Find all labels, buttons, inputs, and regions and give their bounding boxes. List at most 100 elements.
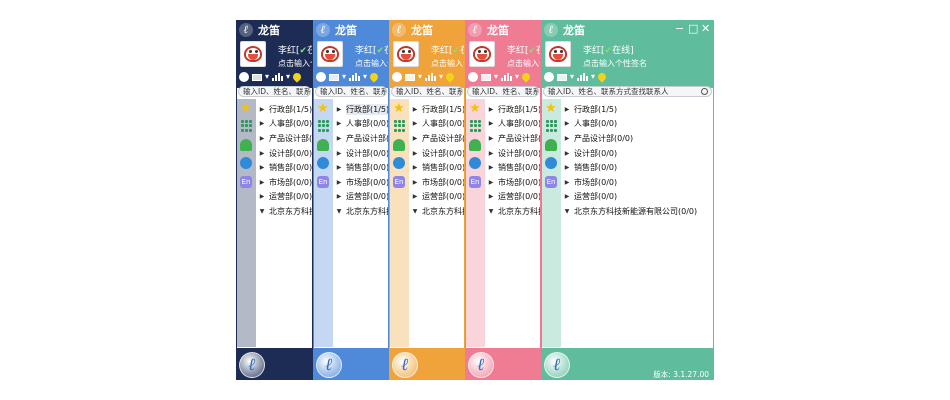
org-chart-icon[interactable] — [317, 120, 329, 132]
favorites-star-icon[interactable]: ★ — [393, 102, 405, 115]
tree-item[interactable]: ▶ 人事部(0/0) — [563, 117, 697, 132]
dropdown-arrow-icon[interactable]: ▾ — [286, 72, 290, 82]
tree-item[interactable]: ▶产品设计部(0/0) — [563, 131, 697, 146]
expand-down-icon[interactable]: ▼ — [335, 208, 343, 215]
enterprise-icon[interactable]: En — [545, 176, 557, 188]
app-logo-large-icon[interactable]: ℓ — [468, 352, 494, 378]
tree-item[interactable]: ▶ 设计部(0/0) — [563, 146, 697, 161]
mail-icon[interactable] — [405, 73, 415, 81]
signature-prompt[interactable]: 点击输入个性签名 — [507, 58, 541, 69]
tree-item[interactable]: ▶ 运营部(0/0) — [563, 190, 697, 205]
avatar[interactable] — [469, 41, 495, 67]
tree-item[interactable]: ▶ 运营部(0/0) — [335, 190, 389, 205]
title-bar[interactable]: ℓ 龙笛 — [313, 20, 389, 39]
search-input[interactable]: 输入ID、姓名、联系方式查找联系人 — [543, 86, 712, 97]
expand-right-icon[interactable]: ▶ — [335, 106, 343, 113]
contacts-icon[interactable] — [393, 139, 405, 151]
mail-icon[interactable] — [481, 73, 491, 81]
expand-right-icon[interactable]: ▶ — [411, 193, 419, 200]
stats-icon[interactable] — [577, 73, 589, 81]
expand-down-icon[interactable]: ▼ — [563, 208, 571, 215]
app-logo-large-icon[interactable]: ℓ — [392, 352, 418, 378]
favorites-star-icon[interactable]: ★ — [469, 102, 481, 115]
signature-prompt[interactable]: 点击输入个性签名 — [431, 58, 465, 69]
expand-right-icon[interactable]: ▶ — [258, 164, 266, 171]
stats-icon[interactable] — [349, 73, 361, 81]
tree-item[interactable]: ▶ 人事部(0/0) — [411, 117, 465, 132]
tree-item[interactable]: ▶ 运营部(0/0) — [258, 190, 313, 205]
expand-right-icon[interactable]: ▶ — [258, 106, 266, 113]
expand-right-icon[interactable]: ▶ — [411, 150, 419, 157]
app-logo-large-icon[interactable]: ℓ — [316, 352, 342, 378]
mail-icon[interactable] — [252, 73, 262, 81]
mail-icon[interactable] — [329, 73, 339, 81]
qq-icon[interactable] — [544, 72, 554, 82]
tree-item[interactable]: ▶ 人事部(0/0) — [335, 117, 389, 132]
expand-down-icon[interactable]: ▼ — [258, 208, 266, 215]
location-icon[interactable] — [596, 71, 608, 83]
tree-item[interactable]: ▶产品设计部(0/0) — [258, 131, 313, 146]
qq-icon[interactable] — [392, 72, 402, 82]
tree-item[interactable]: ▶ 设计部(0/0) — [335, 146, 389, 161]
avatar[interactable] — [545, 41, 571, 67]
expand-right-icon[interactable]: ▶ — [258, 150, 266, 157]
enterprise-icon[interactable]: En — [240, 176, 252, 188]
avatar[interactable] — [393, 41, 419, 67]
dropdown-arrow-icon[interactable]: ▾ — [418, 72, 422, 82]
org-chart-icon[interactable] — [469, 120, 481, 132]
close-button[interactable]: ✕ — [701, 22, 710, 36]
contacts-icon[interactable] — [317, 139, 329, 151]
expand-right-icon[interactable]: ▶ — [563, 120, 571, 127]
title-bar[interactable]: ℓ 龙笛 — [389, 20, 465, 39]
minimize-button[interactable]: − — [675, 22, 684, 36]
expand-right-icon[interactable]: ▶ — [563, 150, 571, 157]
enterprise-icon[interactable]: En — [393, 176, 405, 188]
location-icon[interactable] — [520, 71, 532, 83]
history-clock-icon[interactable] — [317, 157, 329, 169]
tree-item[interactable]: ▶ 设计部(0/0) — [258, 146, 313, 161]
tree-item[interactable]: ▶产品设计部(0/0) — [335, 131, 389, 146]
expand-right-icon[interactable]: ▶ — [487, 135, 495, 142]
location-icon[interactable] — [368, 71, 380, 83]
avatar[interactable] — [240, 41, 266, 67]
search-input[interactable]: 输入ID、姓名、联系方式查找联系人 — [467, 86, 539, 97]
tree-item[interactable]: ▶ 设计部(0/0) — [487, 146, 541, 161]
dropdown-arrow-icon[interactable]: ▾ — [515, 72, 519, 82]
avatar[interactable] — [317, 41, 343, 67]
tree-item[interactable]: ▶产品设计部(0/0) — [411, 131, 465, 146]
expand-down-icon[interactable]: ▼ — [411, 208, 419, 215]
title-bar[interactable]: ℓ 龙笛 — [465, 20, 541, 39]
expand-right-icon[interactable]: ▶ — [411, 135, 419, 142]
expand-right-icon[interactable]: ▶ — [258, 193, 266, 200]
dropdown-arrow-icon[interactable]: ▾ — [265, 72, 269, 82]
expand-right-icon[interactable]: ▶ — [335, 135, 343, 142]
expand-right-icon[interactable]: ▶ — [487, 120, 495, 127]
expand-right-icon[interactable]: ▶ — [563, 193, 571, 200]
tree-item[interactable]: ▶ 人事部(0/0) — [487, 117, 541, 132]
stats-icon[interactable] — [425, 73, 437, 81]
dropdown-arrow-icon[interactable]: ▾ — [439, 72, 443, 82]
tree-item[interactable]: ▶ 市场部(0/0) — [335, 175, 389, 190]
signature-prompt[interactable]: 点击输入个性签名 — [278, 58, 313, 69]
expand-right-icon[interactable]: ▶ — [563, 135, 571, 142]
dropdown-arrow-icon[interactable]: ▾ — [342, 72, 346, 82]
tree-item[interactable]: ▶ 销售部(0/0) — [335, 160, 389, 175]
tree-item[interactable]: ▼北京东方科技新能源有限公司(0/0) — [411, 204, 465, 219]
tree-item[interactable]: ▶ 市场部(0/0) — [563, 175, 697, 190]
tree-item[interactable]: ▶ 销售部(0/0) — [411, 160, 465, 175]
tree-item[interactable]: ▶ 行政部(1/5) — [487, 102, 541, 117]
tree-item[interactable]: ▶ 行政部(1/5) — [411, 102, 465, 117]
enterprise-icon[interactable]: En — [469, 176, 481, 188]
search-icon[interactable] — [701, 88, 708, 95]
expand-right-icon[interactable]: ▶ — [335, 179, 343, 186]
org-chart-icon[interactable] — [393, 120, 405, 132]
user-status-line[interactable]: 李红[✔在线] — [278, 43, 313, 56]
history-clock-icon[interactable] — [393, 157, 405, 169]
search-input[interactable]: 输入ID、姓名、联系方式查找联系人 — [315, 86, 387, 97]
tree-item[interactable]: ▶ 设计部(0/0) — [411, 146, 465, 161]
title-bar[interactable]: ℓ 龙笛 — [236, 20, 313, 39]
favorites-star-icon[interactable]: ★ — [545, 102, 557, 115]
qq-icon[interactable] — [239, 72, 249, 82]
expand-right-icon[interactable]: ▶ — [563, 164, 571, 171]
expand-down-icon[interactable]: ▼ — [487, 208, 495, 215]
